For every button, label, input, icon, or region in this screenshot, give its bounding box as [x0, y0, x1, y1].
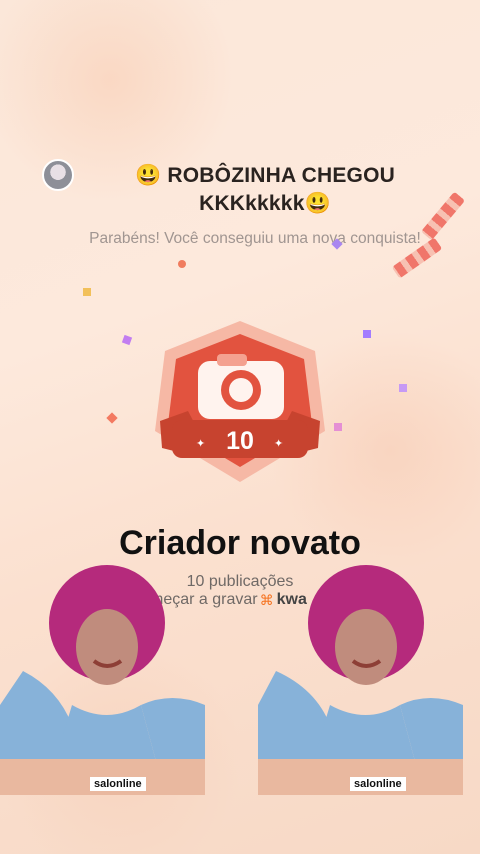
brand-watermark: salonline	[90, 777, 146, 791]
avatar[interactable]	[42, 159, 74, 191]
svg-text:✦: ✦	[196, 438, 205, 450]
badge-number: 10	[226, 427, 254, 455]
confetti-piece	[363, 330, 371, 338]
confetti-piece	[399, 384, 407, 392]
achievement-badge: 10 ✦ ✦	[155, 321, 325, 482]
presenter-sticker: salonline	[0, 565, 205, 795]
brand-watermark: salonline	[350, 777, 406, 791]
confetti-piece	[121, 334, 133, 346]
presenter-image	[0, 565, 205, 795]
page-title: 😃 ROBÔZINHA CHEGOU KKKkkkkk😃	[135, 164, 395, 215]
achievement-name: Criador novato	[119, 524, 361, 562]
congrats-text: Parabéns! Você conseguiu uma nova conqui…	[89, 230, 421, 247]
confetti-piece	[334, 423, 342, 431]
svg-text:✦: ✦	[274, 438, 283, 450]
confetti-piece	[178, 260, 186, 268]
confetti-piece	[83, 288, 91, 296]
presenter-image	[258, 565, 463, 795]
presenter-sticker: salonline	[258, 565, 463, 795]
confetti-piece	[106, 412, 118, 424]
